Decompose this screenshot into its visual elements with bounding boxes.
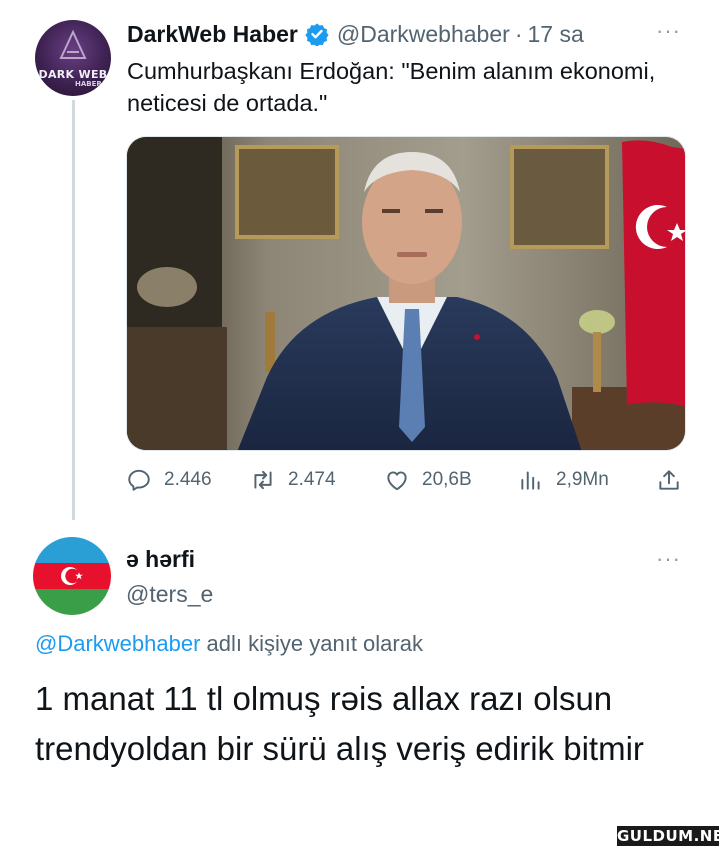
reply-icon [128, 469, 150, 491]
tweet-actions: 2.446 2.474 20,6B 2,9Mn [126, 462, 691, 498]
author-avatar[interactable]: DARK WEB HABER [35, 20, 111, 96]
tweet-text: Cumhurbaşkanı Erdoğan: "Benim alanım eko… [127, 58, 656, 116]
more-icon[interactable]: ··· [656, 548, 681, 570]
tweet-header: DarkWeb Haber @Darkwebhaber · 17 sa [127, 18, 584, 50]
reply-author-name[interactable]: ə hərfi [126, 546, 195, 573]
like-button[interactable]: 20,6B [384, 462, 472, 498]
separator-dot: · [514, 20, 523, 47]
replying-to-suffix: adlı kişiye yanıt olarak [200, 631, 423, 656]
site-watermark: GULDUM.NET [617, 826, 720, 846]
views-icon [521, 471, 540, 490]
more-icon[interactable]: ··· [656, 20, 681, 42]
views-button[interactable]: 2,9Mn [518, 462, 609, 498]
retweet-button[interactable]: 2.474 [250, 462, 336, 498]
retweet-count: 2.474 [288, 469, 336, 490]
like-count: 20,6B [422, 469, 472, 490]
reply-author-avatar[interactable] [33, 537, 111, 615]
reply-text: 1 manat 11 tl olmuş rəis allax razı olsu… [35, 680, 644, 767]
like-icon [387, 471, 407, 491]
retweet-icon [254, 470, 272, 490]
replying-to: @Darkwebhaber adlı kişiye yanıt olarak [35, 631, 423, 657]
tweet-time[interactable]: 17 sa [527, 21, 583, 48]
share-icon [659, 470, 679, 490]
tweet-media-image[interactable] [126, 136, 686, 451]
verified-badge-icon [305, 22, 329, 47]
share-button[interactable] [656, 462, 694, 498]
reply-author-handle[interactable]: @ters_e [126, 581, 213, 608]
views-count: 2,9Mn [556, 469, 609, 490]
reply-button[interactable]: 2.446 [126, 462, 212, 498]
azerbaijan-flag-icon [33, 537, 111, 615]
author-name[interactable]: DarkWeb Haber [127, 21, 298, 48]
reply-count: 2.446 [164, 469, 212, 490]
thread-connector-line [72, 100, 75, 520]
author-handle[interactable]: @Darkwebhaber [337, 21, 510, 48]
avatar-logo-icon [59, 29, 87, 59]
replying-to-link[interactable]: @Darkwebhaber [35, 631, 200, 656]
avatar-subtext: HABER [75, 80, 102, 88]
